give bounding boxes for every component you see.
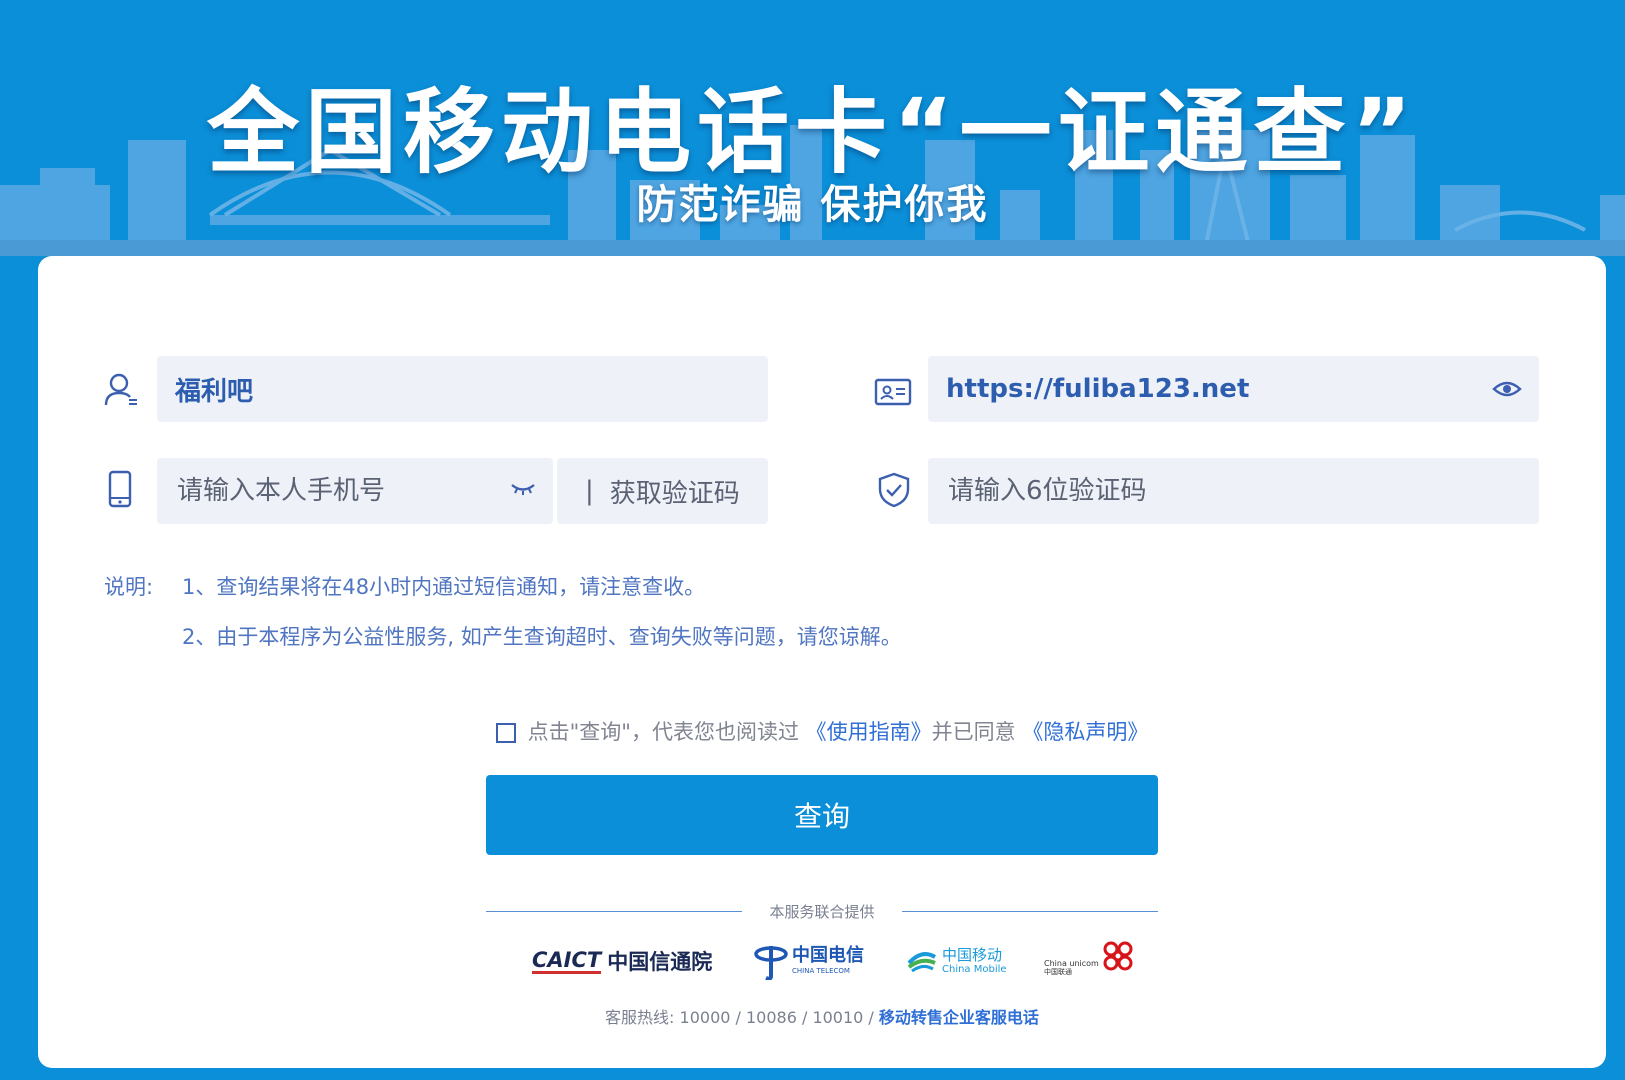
agreement-prefix: 点击"查询"，代表您也阅读过	[527, 720, 799, 744]
get-code-button[interactable]: | 获取验证码	[557, 458, 768, 524]
notes-label: 说明:	[104, 575, 154, 599]
provider-logos: CAICT 中国信通院 中国电信 CHINA TELECOM 中国移动 Chin…	[38, 936, 1606, 986]
user-icon	[104, 373, 137, 406]
provided-by-divider: 本服务联合提供	[486, 901, 1158, 921]
verification-code-input[interactable]	[946, 475, 1539, 507]
note-line-1: 1、查询结果将在48小时内通过短信通知，请注意查收。	[182, 575, 706, 599]
shield-check-icon	[878, 472, 910, 508]
china-telecom-logo: 中国电信 CHINA TELECOM	[754, 936, 864, 986]
phone-field[interactable]	[157, 458, 553, 524]
privacy-statement-link[interactable]: 《隐私声明》	[1022, 720, 1148, 744]
notes: 说明: 1、查询结果将在48小时内通过短信通知，请注意查收。 2、由于本程序为公…	[104, 562, 902, 662]
hotline-numbers: 客服热线: 10000 / 10086 / 10010 /	[605, 1008, 879, 1027]
caict-logo: CAICT 中国信通院	[532, 936, 712, 986]
id-number-field[interactable]: https://fuliba123.net	[928, 356, 1539, 422]
china-mobile-en: China Mobile	[942, 963, 1007, 975]
china-unicom-cn: 中国联通	[1044, 968, 1072, 976]
verification-code-field[interactable]	[928, 458, 1539, 524]
china-unicom-en: China unicom	[1044, 959, 1099, 968]
mobile-phone-icon	[108, 470, 132, 508]
hotline: 客服热线: 10000 / 10086 / 10010 / 移动转售企业客服电话	[38, 1004, 1606, 1028]
header-banner: 全国移动电话卡“一证通查” 防范诈骗 保护你我	[0, 0, 1625, 256]
query-form-card: 福利吧 https://fuliba123.net | 获取验证码	[38, 256, 1606, 1068]
china-unicom-knot-icon	[1103, 941, 1133, 971]
notes-indent	[104, 612, 182, 662]
banner-subtitle: 防范诈骗 保护你我	[636, 182, 989, 228]
china-mobile-icon	[907, 952, 937, 973]
name-field[interactable]: 福利吧	[157, 356, 768, 422]
china-mobile-logo: 中国移动 China Mobile	[906, 936, 1007, 986]
eye-icon[interactable]	[1492, 380, 1522, 398]
agree-checkbox[interactable]	[495, 723, 516, 743]
note-line-2: 2、由于本程序为公益性服务, 如产生查询超时、查询失败等问题，请您谅解。	[182, 625, 902, 649]
agreement-row: 点击"查询"，代表您也阅读过 《使用指南》并已同意 《隐私声明》	[38, 716, 1606, 746]
phone-input[interactable]	[175, 475, 553, 507]
china-mobile-cn: 中国移动	[942, 945, 1003, 964]
divider-line-right	[902, 911, 1158, 912]
eye-closed-icon[interactable]	[510, 482, 536, 496]
query-button-label: 查询	[793, 800, 850, 833]
caict-logo-cn: 中国信通院	[607, 950, 713, 974]
separator: |	[585, 476, 594, 506]
id-card-icon	[874, 378, 912, 406]
reseller-hotline-link[interactable]: 移动转售企业客服电话	[879, 1008, 1039, 1027]
agreement-middle: 并已同意	[931, 720, 1016, 744]
usage-guide-link[interactable]: 《使用指南》	[806, 720, 932, 744]
id-number-value: https://fuliba123.net	[946, 374, 1250, 404]
china-telecom-icon	[754, 946, 788, 980]
query-button[interactable]: 查询	[486, 775, 1158, 855]
name-field-value: 福利吧	[175, 376, 254, 407]
caict-logo-en: CAICT	[532, 947, 602, 974]
get-code-label: 获取验证码	[609, 478, 740, 509]
china-telecom-cn: 中国电信	[792, 945, 864, 966]
china-unicom-logo: China unicom 中国联通	[1044, 936, 1135, 986]
china-telecom-en: CHINA TELECOM	[792, 967, 850, 975]
